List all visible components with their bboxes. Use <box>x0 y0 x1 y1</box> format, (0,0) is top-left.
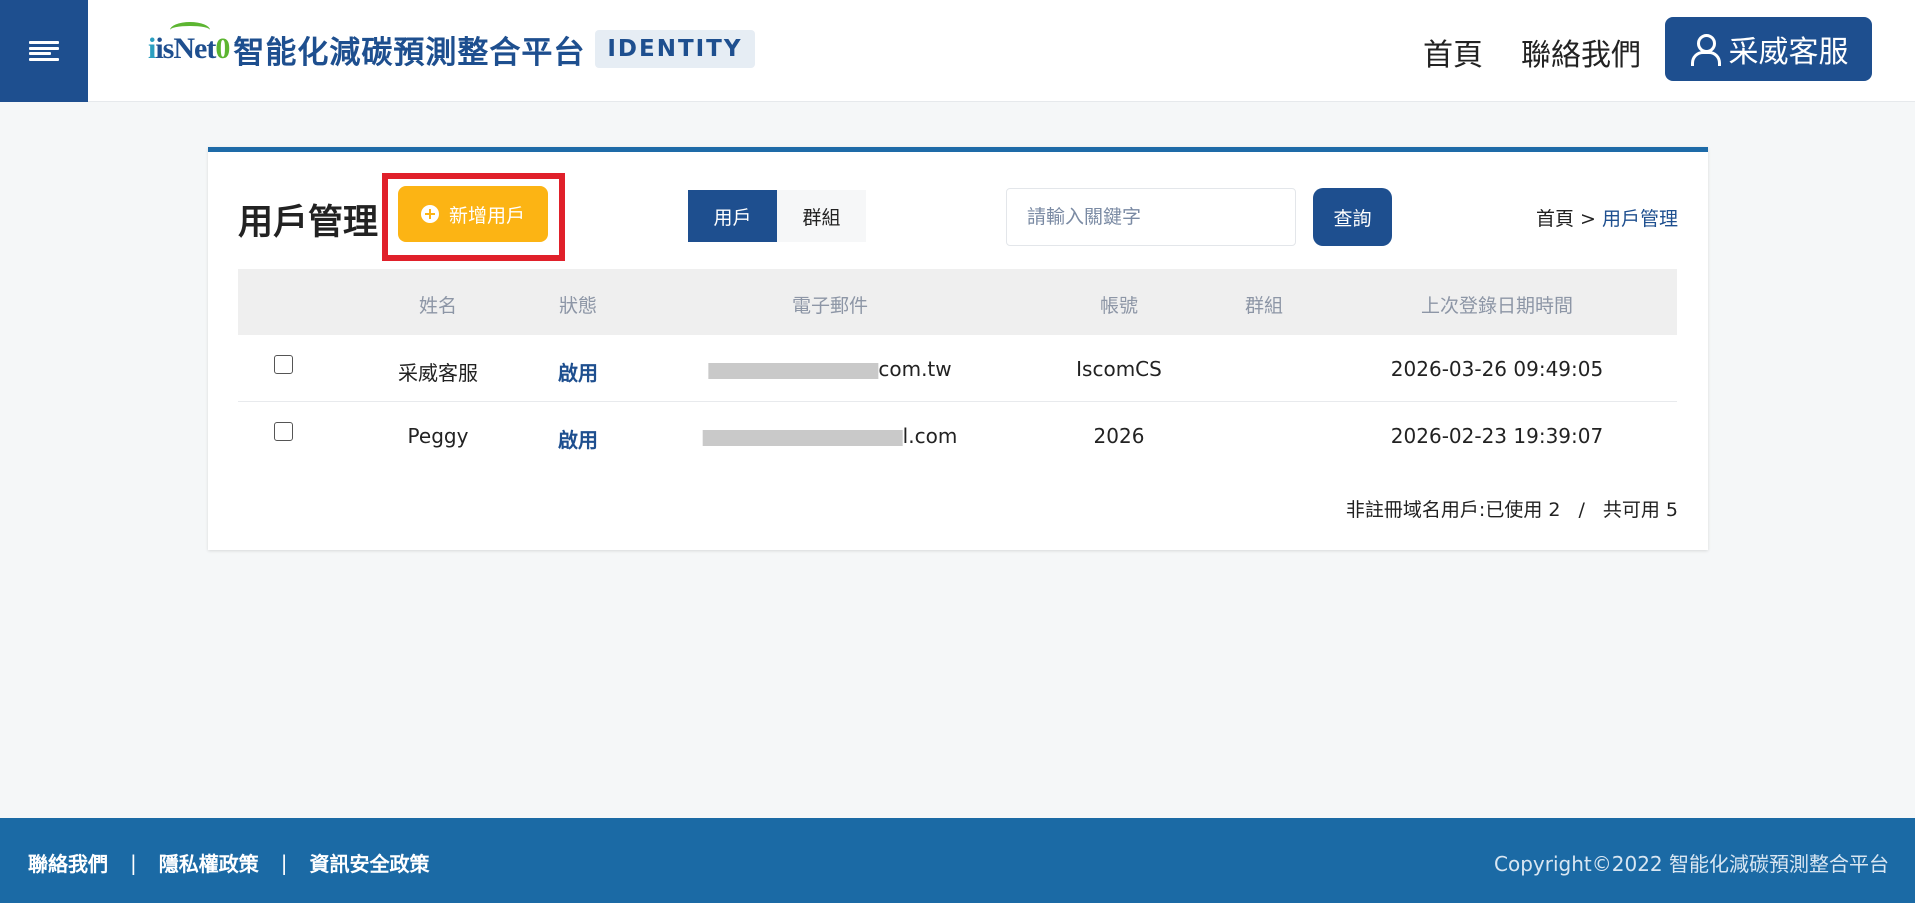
nav-contact-link[interactable]: 聯絡我們 <box>1521 30 1641 74</box>
user-account-button[interactable]: 采威客服 <box>1665 17 1872 81</box>
cell-email: com.tw <box>708 357 952 381</box>
col-last-login[interactable]: 上次登錄日期時間 <box>1421 291 1573 318</box>
cell-status: 啟用 <box>558 428 598 452</box>
redacted-email <box>708 362 879 379</box>
copyright-text: Copyright©2022 智能化減碳預測整合平台 <box>1494 852 1889 876</box>
cell-account: IscomCS <box>1076 357 1162 381</box>
table-row: 采威客服 啟用 com.tw IscomCS 2026-03-26 09:49:… <box>238 335 1677 402</box>
nav-home-link[interactable]: 首頁 <box>1423 30 1483 74</box>
hamburger-icon <box>29 41 59 61</box>
redacted-email <box>702 429 903 446</box>
quota-separator: / <box>1578 499 1585 521</box>
site-footer: 聯絡我們 | 隱私權政策 | 資訊安全政策 Copyright©2022 智能化… <box>0 818 1915 903</box>
row-select-checkbox[interactable] <box>274 422 293 441</box>
breadcrumb: 首頁 > 用戶管理 <box>1536 204 1678 231</box>
top-header: i isNet0 智能化減碳預測整合平台 IDENTITY 首頁 聯絡我們 采威客… <box>0 0 1915 102</box>
col-name[interactable]: 姓名 <box>419 291 457 318</box>
breadcrumb-home[interactable]: 首頁 <box>1536 208 1574 230</box>
tab-users[interactable]: 用戶 <box>688 190 777 242</box>
col-account[interactable]: 帳號 <box>1100 291 1138 318</box>
cell-email: l.com <box>702 424 957 448</box>
cell-last-login: 2026-03-26 09:49:05 <box>1390 357 1604 381</box>
quota-info: 非註冊域名用戶:已使用 2 / 共可用 5 <box>1346 495 1678 522</box>
page-title: 用戶管理 <box>238 203 379 243</box>
footer-divider: | <box>130 850 137 875</box>
footer-divider: | <box>280 850 288 875</box>
row-select-checkbox[interactable] <box>274 355 293 374</box>
breadcrumb-current: 用戶管理 <box>1601 208 1678 230</box>
breadcrumb-separator: > <box>1580 208 1596 230</box>
footer-link-security[interactable]: 資訊安全政策 <box>310 848 430 877</box>
platform-title: 智能化減碳預測整合平台 <box>233 34 586 71</box>
site-logo[interactable]: i isNet0 智能化減碳預測整合平台 IDENTITY <box>148 22 755 74</box>
footer-links: 聯絡我們 | 隱私權政策 | 資訊安全政策 <box>28 848 430 877</box>
add-user-button[interactable]: 新增用戶 <box>398 186 548 242</box>
cell-last-login: 2026-02-23 19:39:07 <box>1390 424 1604 448</box>
view-tabs: 用戶 群組 <box>688 190 866 242</box>
search-button[interactable]: 查詢 <box>1313 188 1392 246</box>
identity-tag: IDENTITY <box>595 30 755 68</box>
isnet-logo-mark: i isNet0 <box>148 22 230 66</box>
footer-link-contact[interactable]: 聯絡我們 <box>28 848 108 877</box>
cell-name: Peggy <box>407 424 469 448</box>
table-row: Peggy 啟用 l.com 2026 2026-02-23 19:39:07 <box>238 402 1677 469</box>
keyword-search-input[interactable] <box>1006 188 1296 246</box>
cell-account: 2026 <box>1093 424 1145 448</box>
user-name: 采威客服 <box>1728 35 1849 70</box>
tab-groups[interactable]: 群組 <box>777 190 866 242</box>
quota-used: 非註冊域名用戶:已使用 2 <box>1345 499 1561 521</box>
add-user-label: 新增用戶 <box>448 204 525 227</box>
menu-toggle-button[interactable] <box>0 0 88 102</box>
table-header: 姓名 狀態 電子郵件 帳號 群組 上次登錄日期時間 <box>238 269 1677 335</box>
col-status[interactable]: 狀態 <box>559 291 597 318</box>
quota-total: 共可用 5 <box>1602 499 1678 521</box>
plus-circle-icon <box>420 205 439 223</box>
col-email[interactable]: 電子郵件 <box>792 291 868 318</box>
cell-status: 啟用 <box>558 361 598 385</box>
user-icon <box>1689 33 1721 66</box>
footer-link-privacy[interactable]: 隱私權政策 <box>159 848 259 877</box>
col-group[interactable]: 群組 <box>1245 291 1283 318</box>
cell-name: 采威客服 <box>398 361 478 385</box>
user-management-card: 用戶管理 新增用戶 用戶 群組 查詢 首頁 > 用戶管理 姓名 狀態 電子郵件 … <box>208 147 1708 550</box>
